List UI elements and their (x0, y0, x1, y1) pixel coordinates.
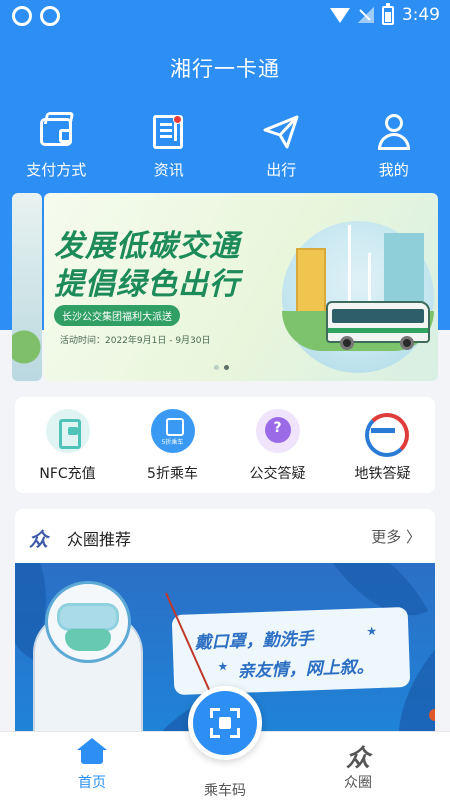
service-metro-faq[interactable]: 地铁答疑 (330, 397, 435, 493)
tab-label: 乘车码 (204, 783, 246, 799)
previous-banner-peek[interactable] (12, 193, 42, 381)
scan-code-icon (210, 708, 240, 738)
paper-plane-icon (261, 112, 301, 152)
service-label: 公交答疑 (249, 466, 306, 482)
service-label: NFC充值 (39, 466, 96, 482)
menu-item-travel[interactable]: 出行 (225, 112, 338, 184)
wifi-icon (329, 7, 350, 23)
service-half-price-ride[interactable]: 5折乘车 5折乘车 (120, 397, 225, 493)
quick-services: NFC充值 5折乘车 5折乘车 ? 公交答疑 地铁答疑 (15, 397, 435, 493)
notification-badge (172, 115, 182, 124)
recommend-header: 众 众圈推荐 更多 〉 (15, 509, 435, 563)
banner-illustration (276, 193, 438, 381)
tab-circle[interactable]: 众 众圈 (313, 738, 403, 792)
wallet-icon (36, 112, 76, 152)
home-icon (77, 738, 107, 764)
question-icon: ? (255, 409, 300, 453)
service-nfc-recharge[interactable]: NFC充值 (15, 397, 120, 493)
signal-icon (357, 7, 374, 23)
menu-item-mine[interactable]: 我的 (338, 112, 450, 184)
banner-title-line2: 提倡绿色出行 (54, 267, 240, 302)
carousel-dot (214, 365, 219, 370)
app-title: 湘行一卡通 (170, 57, 280, 81)
bus-discount-icon: 5折乘车 (150, 409, 195, 453)
carousel-dot-active (224, 365, 229, 370)
slogan-sign: 戴口罩，勤洗手 亲友情，网上叙。 ★ ★ (171, 606, 411, 696)
menu-item-label: 出行 (266, 161, 297, 179)
tab-label: 首页 (78, 775, 106, 791)
slogan-line1: 戴口罩，勤洗手 (194, 629, 314, 654)
sync-icon (40, 6, 60, 26)
star-icon: ★ (366, 623, 378, 639)
news-icon (149, 112, 189, 152)
status-bar: 3:49 (0, 0, 450, 34)
tab-home[interactable]: 首页 (47, 738, 137, 792)
metro-logo-icon (360, 409, 409, 457)
promo-banner[interactable]: 发展低碳交通 提倡绿色出行 长沙公交集团福利大派送 活动时间：2022年9月1日… (44, 193, 438, 381)
slogan-line2: 亲友情，网上叙。 (237, 657, 374, 682)
banner-date: 活动时间：2022年9月1日 - 9月30日 (60, 336, 211, 346)
tab-label: 众圈 (344, 775, 372, 791)
menu-item-label: 我的 (378, 161, 409, 179)
menu-item-label: 支付方式 (26, 161, 87, 179)
carousel-indicator (214, 365, 229, 370)
circle-logo-icon: 众 (29, 529, 49, 551)
service-label: 5折乘车 (147, 466, 198, 482)
recommend-title: 众圈推荐 (67, 530, 132, 549)
tab-ride-code[interactable]: 乘车码 (180, 774, 270, 800)
star-icon: ★ (217, 659, 229, 674)
menu-item-news[interactable]: 资讯 (113, 112, 226, 184)
user-icon (374, 112, 414, 152)
menu-item-payment[interactable]: 支付方式 (0, 112, 113, 184)
banner-tag: 长沙公交集团福利大派送 (54, 305, 180, 326)
notification-icons (12, 6, 60, 26)
battery-icon (381, 2, 394, 25)
sync-icon (12, 6, 32, 26)
service-bus-faq[interactable]: ? 公交答疑 (225, 397, 330, 493)
menu-item-label: 资讯 (153, 161, 184, 179)
service-label: 地铁答疑 (354, 466, 411, 482)
ride-code-scan-button[interactable] (188, 686, 262, 760)
status-time: 3:49 (401, 5, 440, 25)
more-link[interactable]: 更多 〉 (371, 526, 421, 547)
carousel-edge-dot (429, 709, 435, 721)
nfc-card-icon (45, 409, 90, 453)
circle-logo-icon: 众 (346, 744, 370, 772)
top-menu: 支付方式 资讯 出行 我的 (0, 112, 450, 184)
